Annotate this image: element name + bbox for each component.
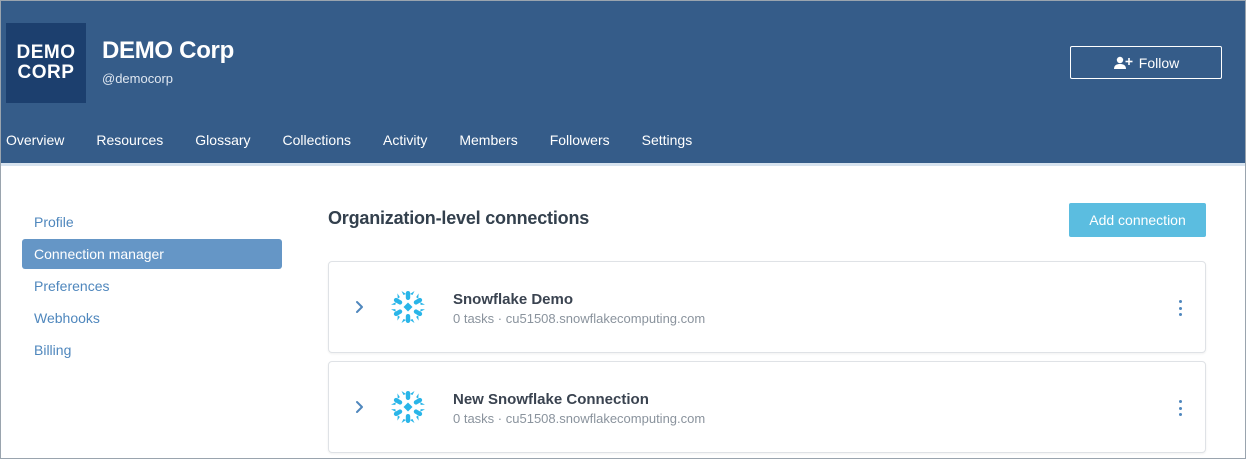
sidebar-item-webhooks[interactable]: Webhooks <box>22 303 282 333</box>
app-window: DEMO CORP DEMO Corp @democorp Follow Ove… <box>0 0 1246 459</box>
page-title: Organization-level connections <box>328 208 590 228</box>
logo-line-1: DEMO <box>16 42 76 63</box>
org-nav-tabs: Overview Resources Glossary Collections Acti… <box>1 127 724 166</box>
add-connection-button[interactable]: Add connection <box>1069 203 1206 237</box>
connection-meta: 0 tasks · cu51508.snowflakecomputing.com <box>453 411 705 426</box>
add-person-icon <box>1113 56 1133 69</box>
tab-activity[interactable]: Activity <box>383 127 427 163</box>
chevron-right-icon[interactable] <box>353 399 367 415</box>
tab-resources[interactable]: Resources <box>96 127 163 163</box>
tab-followers[interactable]: Followers <box>550 127 610 163</box>
logo-line-2: CORP <box>17 62 75 83</box>
org-name: DEMO Corp <box>102 37 234 64</box>
connection-task-count: 0 tasks <box>453 411 495 426</box>
connection-host: cu51508.snowflakecomputing.com <box>505 311 706 326</box>
snowflake-icon <box>390 290 426 324</box>
meta-separator: · <box>494 311 506 326</box>
connection-name: New Snowflake Connection <box>453 391 649 408</box>
tab-members[interactable]: Members <box>459 127 517 163</box>
tab-glossary[interactable]: Glossary <box>195 127 250 163</box>
sidebar-item-preferences[interactable]: Preferences <box>22 271 282 301</box>
connection-name: Snowflake Demo <box>453 291 574 308</box>
chevron-right-icon[interactable] <box>353 299 367 315</box>
connection-host: cu51508.snowflakecomputing.com <box>505 411 706 426</box>
snowflake-icon <box>390 390 426 424</box>
connection-card[interactable]: New Snowflake Connection 0 tasks · cu5150… <box>328 361 1206 453</box>
follow-label: Follow <box>1138 54 1180 71</box>
org-handle: @democorp <box>102 71 174 86</box>
connection-meta: 0 tasks · cu51508.snowflakecomputing.com <box>453 311 705 326</box>
connection-task-count: 0 tasks <box>453 311 495 326</box>
more-options-icon[interactable] <box>1175 298 1185 318</box>
tab-settings[interactable]: Settings <box>633 127 700 166</box>
follow-button[interactable]: Follow <box>1070 46 1222 79</box>
connection-card[interactable]: Snowflake Demo 0 tasks · cu51508.snowflak… <box>328 261 1206 353</box>
more-options-icon[interactable] <box>1175 398 1185 418</box>
settings-sidebar: Profile Connection manager Preferences Webh… <box>22 207 282 367</box>
sidebar-item-connection-manager[interactable]: Connection manager <box>22 239 282 269</box>
sidebar-item-billing[interactable]: Billing <box>22 335 282 365</box>
tab-overview[interactable]: Overview <box>6 127 64 163</box>
org-header: DEMO CORP DEMO Corp @democorp Follow Ove… <box>1 1 1245 166</box>
sidebar-item-profile[interactable]: Profile <box>22 207 282 237</box>
tab-collections[interactable]: Collections <box>283 127 351 163</box>
header-divider <box>1 163 1245 166</box>
org-logo: DEMO CORP <box>6 23 86 103</box>
meta-separator: · <box>494 411 506 426</box>
